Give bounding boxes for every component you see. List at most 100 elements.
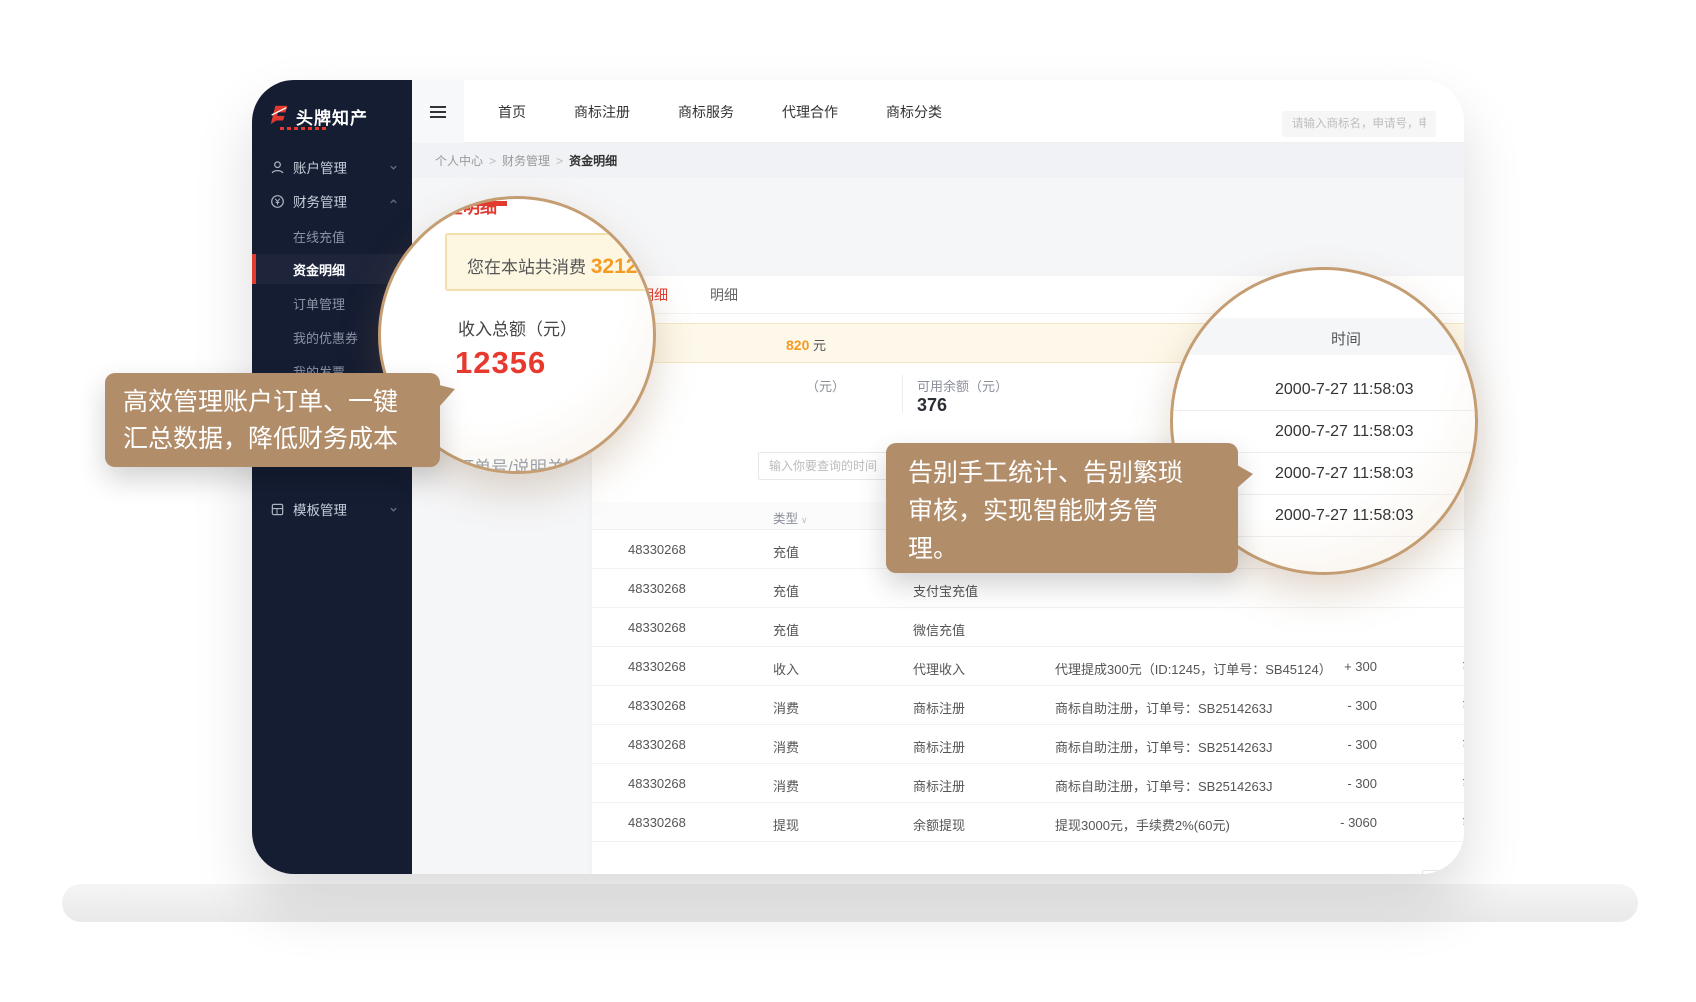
cell-order: 48330268 [628,776,686,791]
sidebar-item-account[interactable]: 账户管理 [252,152,412,182]
stat-divider [902,375,903,413]
cell-order: 48330268 [628,737,686,752]
cell-desc: 商标自助注册，订单号：SB2514263J [1055,698,1272,717]
cell-type: 提现 [773,815,799,834]
breadcrumb-item[interactable]: 财务管理 [502,152,550,169]
sidebar-item-online-recharge[interactable]: 在线充值 [252,221,412,251]
chevron-down-icon [389,163,398,172]
magnified-banner: 您在本站共消费 32124 大 [445,233,656,291]
table-row[interactable]: 48330268 提现 余额提现 提现3000元，手续费2%(60元) - 30… [592,803,1464,842]
topbar: 首页 商标注册 商标服务 代理合作 商标分类 [412,80,1464,143]
table-row[interactable]: 48330268 消费 商标注册 商标自助注册，订单号：SB2514263J -… [592,725,1464,764]
banner-amount: 820 [786,337,809,353]
finance-coin-icon [270,194,285,209]
brand-name: 头牌知产 [296,104,368,129]
active-indicator [252,254,256,284]
callout-right-line2: 审核，实现智能财务管 [908,492,1216,530]
table-row[interactable]: 48330268 消费 商标注册 商标自助注册，订单号：SB2514263J -… [592,686,1464,725]
pagination-prev-button[interactable]: ‹ [1422,870,1447,874]
sidebar-item-label: 资金明细 [293,260,345,279]
pagination-page-1[interactable]: 1 [1454,870,1464,874]
cell-type: 消费 [773,737,799,756]
brand-flag-icon [268,104,290,126]
stat-partial-label: （元） [806,376,845,395]
nav-trademark-register[interactable]: 商标注册 [550,102,654,122]
cell-project: 余额提现 [913,815,965,834]
sort-caret-icon: ∨ [801,515,808,525]
cell-type: 充值 [773,620,799,639]
template-grid-icon [270,502,285,517]
banner-unit: 元 [813,338,826,353]
magnified-banner-amount: 32124 [591,255,649,278]
cell-project: 微信充值 [913,620,965,639]
stage: 头牌知产 账户管理 财务管理 [0,0,1696,1002]
sidebar-item-label: 订单管理 [293,294,345,313]
available-balance-value: 376 [917,395,947,416]
brand-tagline [280,127,326,130]
tab-secondary[interactable]: 明细 [710,285,738,305]
nav-trademark-service[interactable]: 商标服务 [654,102,758,122]
cell-balance: ¥ 12231 [1412,776,1464,791]
available-balance-label: 可用余额（元） [917,376,1008,395]
table-row[interactable]: 48330268 消费 商标注册 商标自助注册，订单号：SB2514263J -… [592,764,1464,803]
callout-right-line1: 告别手工统计、告别繁琐 [908,454,1216,492]
menu-toggle-button[interactable] [412,80,464,143]
magnified-tab-underline [473,201,507,206]
cell-order: 48330268 [628,620,686,635]
table-row[interactable]: 48330268 充值 微信充值 [592,608,1464,647]
callout-left-line1: 高效管理账户订单、一键 [123,384,422,421]
cell-amount: - 300 [1282,737,1377,752]
cell-desc: 商标自助注册，订单号：SB2514263J [1055,737,1272,756]
cell-type: 收入 [773,659,799,678]
breadcrumb: 个人中心 > 财务管理 > 资金明细 [412,143,1464,178]
breadcrumb-separator: > [489,154,496,168]
cell-project: 代理收入 [913,659,965,678]
magnified-time-row: 2000-7-27 11:58:03 [1173,369,1478,411]
cell-balance: ¥ 12231 [1412,698,1464,713]
table-row[interactable]: 48330268 收入 代理收入 代理提成300元（ID:1245，订单号：SB… [592,647,1464,686]
nav-trademark-category[interactable]: 商标分类 [862,102,966,122]
cell-project: 支付宝充值 [913,581,978,600]
magnified-tab-label: 资金明细 [429,196,497,218]
magnified-banner-text: 您在本站共消费 32124 大 [467,253,656,279]
sidebar-item-fund-detail[interactable]: 资金明细 [252,254,412,284]
user-icon [270,160,285,175]
cell-balance: ¥ 12231 [1412,737,1464,752]
table-row[interactable]: 48330268 充值 支付宝充值 [592,569,1464,608]
sidebar: 头牌知产 账户管理 财务管理 [252,80,412,874]
callout-left: 高效管理账户订单、一键 汇总数据，降低财务成本 [105,373,440,467]
cell-amount: - 3060 [1282,815,1377,830]
top-nav: 首页 商标注册 商标服务 代理合作 商标分类 [474,80,966,143]
sidebar-item-label: 财务管理 [293,191,347,211]
cell-type: 消费 [773,698,799,717]
callout-right: 告别手工统计、告别繁琐 审核，实现智能财务管 理。 [886,443,1238,573]
cell-desc: 商标自助注册，订单号：SB2514263J [1055,776,1272,795]
cell-type: 充值 [773,542,799,561]
nav-agency[interactable]: 代理合作 [758,102,862,122]
nav-home[interactable]: 首页 [474,102,550,122]
cell-order: 48330268 [628,542,686,557]
trademark-search-input[interactable] [1282,111,1436,137]
cell-project: 商标注册 [913,737,965,756]
callout-right-line3: 理。 [908,530,1216,568]
hamburger-icon [430,106,446,118]
cell-order: 48330268 [628,698,686,713]
laptop-base [62,884,1638,922]
cell-type: 消费 [773,776,799,795]
sidebar-item-label: 我的优惠券 [293,328,358,347]
cell-desc: 提现3000元，手续费2%(60元) [1055,815,1230,834]
breadcrumb-separator: > [556,154,563,168]
breadcrumb-item[interactable]: 个人中心 [435,152,483,169]
cell-project: 商标注册 [913,776,965,795]
cell-order: 48330268 [628,815,686,830]
income-total-value: 12356 [455,345,546,381]
breadcrumb-current: 资金明细 [569,152,617,169]
cell-amount: - 300 [1282,776,1377,791]
sidebar-item-label: 模板管理 [293,499,347,519]
sidebar-item-finance[interactable]: 财务管理 [252,186,412,216]
magnified-time-header: 时间 [1173,318,1478,355]
sidebar-item-template[interactable]: 模板管理 [252,494,412,524]
callout-left-line2: 汇总数据，降低财务成本 [123,421,422,458]
sidebar-item-label: 在线充值 [293,227,345,246]
column-header-type[interactable]: 类型∨ [773,508,808,527]
